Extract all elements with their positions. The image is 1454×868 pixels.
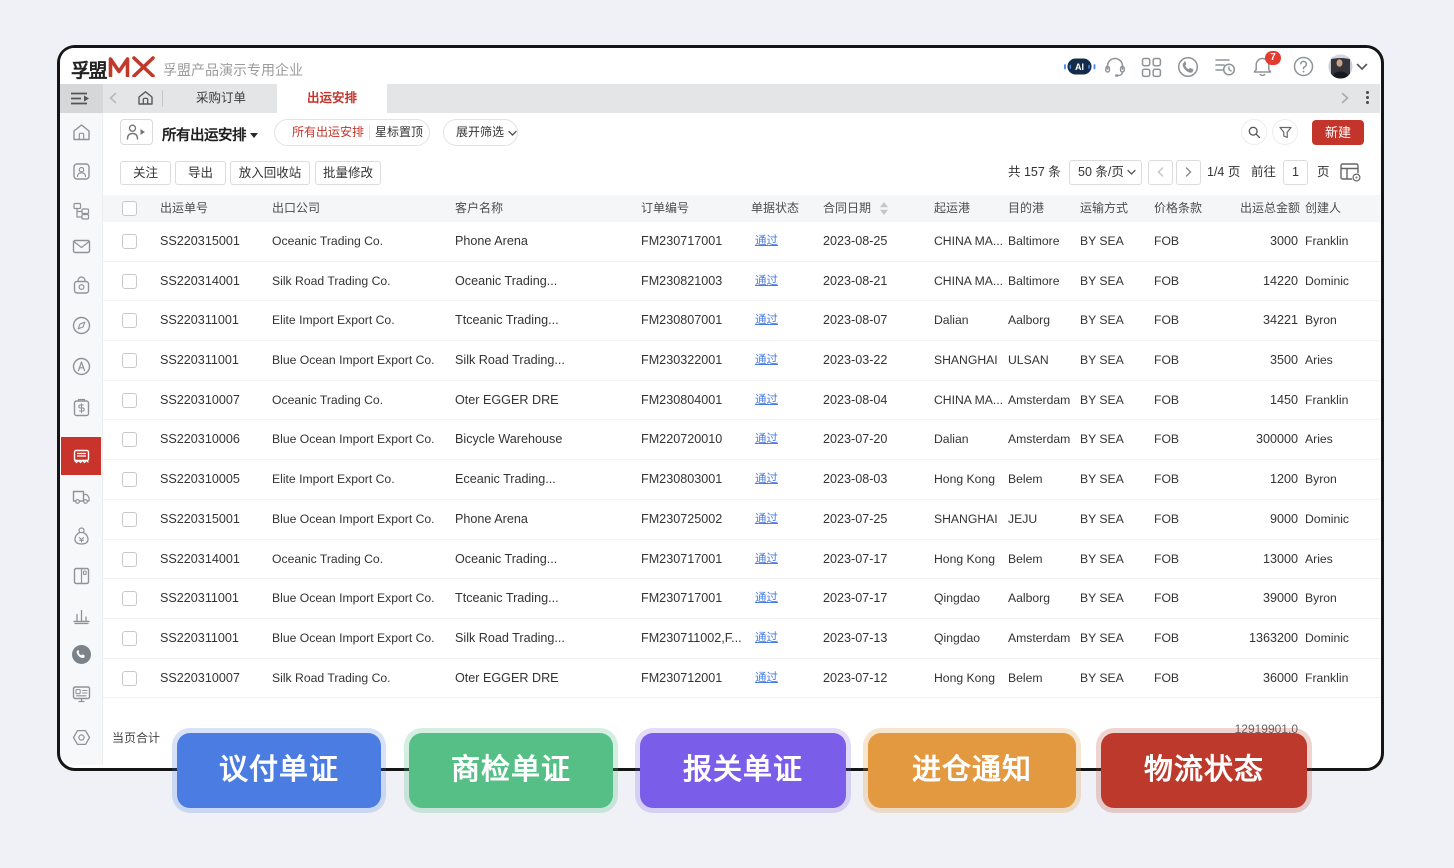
- svg-text:AI: AI: [1075, 62, 1084, 72]
